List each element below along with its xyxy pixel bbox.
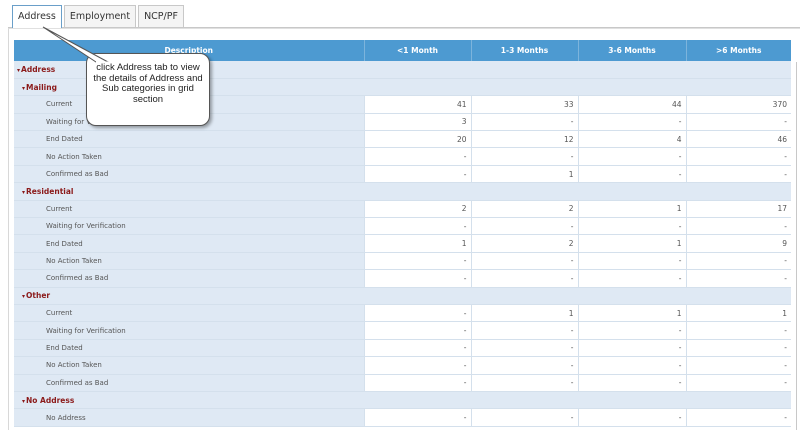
callout-pointer-icon [42,26,109,64]
